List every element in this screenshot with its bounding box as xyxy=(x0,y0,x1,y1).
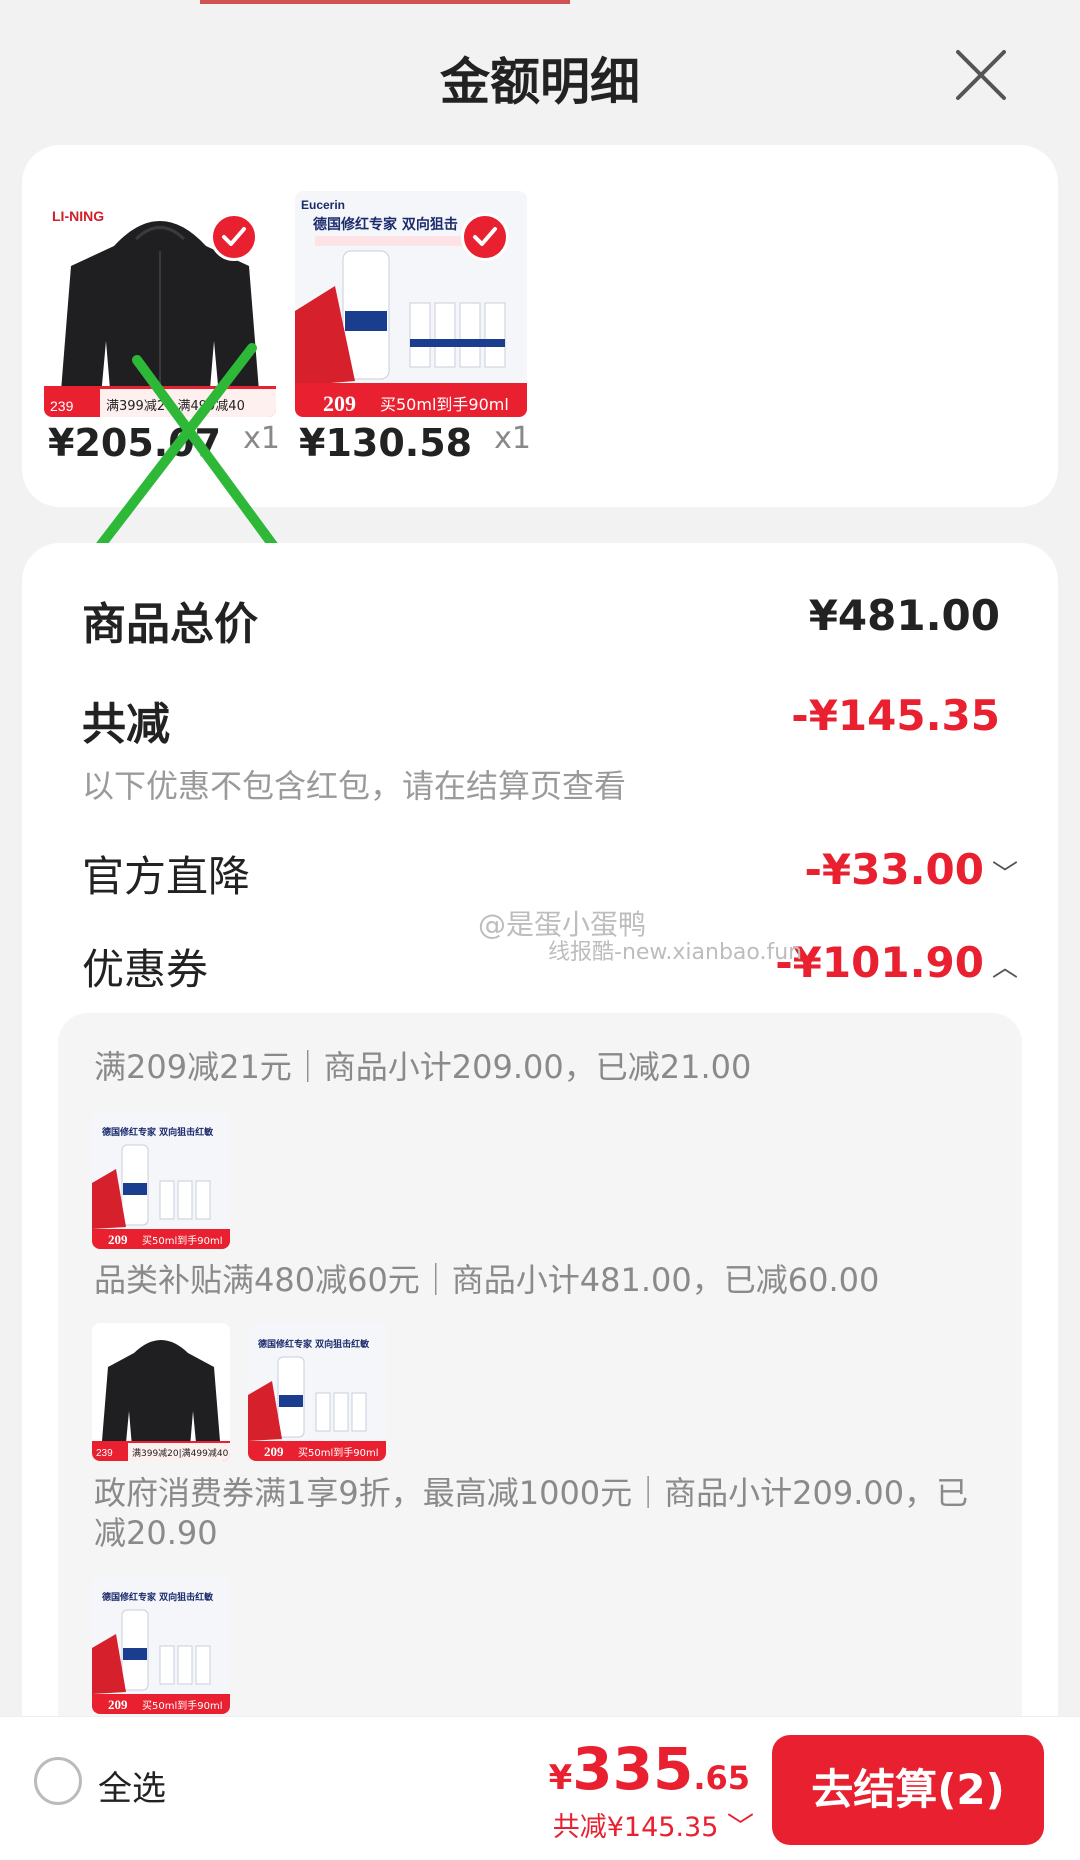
svg-text:德国修红专家 双向狙击红敏: 德国修红专家 双向狙击红敏 xyxy=(102,1591,214,1603)
coupon-row[interactable]: -¥101.90 ︿ xyxy=(775,938,1018,987)
svg-text:德国修红专家 双向狙击红敏: 德国修红专家 双向狙击红敏 xyxy=(258,1338,370,1350)
svg-text:LI-NING: LI-NING xyxy=(52,208,104,224)
amount-detail-sheet: 金额明细 LI-NING 239 满399减20 满499减40 ¥205.07… xyxy=(0,0,1080,1860)
selected-check-icon[interactable] xyxy=(210,213,258,261)
selected-check-icon[interactable] xyxy=(461,213,509,261)
goods-quantity: x1 xyxy=(243,421,280,456)
saved-amount-toggle[interactable]: 共减¥145.35 ﹀ xyxy=(553,1805,754,1844)
select-all-radio[interactable] xyxy=(34,1757,82,1805)
official-discount-value: -¥33.00 xyxy=(804,845,984,894)
svg-text:买50ml到手90ml: 买50ml到手90ml xyxy=(298,1446,379,1459)
chevron-up-icon: ︿ xyxy=(991,953,1018,983)
svg-text:德国修红专家 双向狙击红敏: 德国修红专家 双向狙击红敏 xyxy=(102,1126,214,1138)
svg-text:德国修红专家 双向狙击: 德国修红专家 双向狙击 xyxy=(313,216,458,233)
official-discount-row[interactable]: -¥33.00 ﹀ xyxy=(804,845,1018,894)
svg-text:239: 239 xyxy=(50,398,74,414)
svg-text:满399减20|满499减40: 满399减20|满499减40 xyxy=(132,1447,229,1459)
goods-total-label: 商品总价 xyxy=(82,599,258,650)
svg-text:209: 209 xyxy=(264,1444,284,1459)
checkout-bar: 全选 ¥335.65 共减¥145.35 ﹀ 去结算(2) xyxy=(0,1716,1080,1860)
checkout-button[interactable]: 去结算(2) xyxy=(772,1735,1044,1845)
eucerin-image: Eucerin 德国修红专家 双向狙击 209 买50ml到手90ml xyxy=(295,191,527,417)
svg-text:209: 209 xyxy=(323,391,356,416)
goods-price: ¥205.07 xyxy=(48,421,222,465)
svg-text:买50ml到手90ml: 买50ml到手90ml xyxy=(380,395,509,414)
svg-text:Eucerin: Eucerin xyxy=(301,198,345,212)
jacket-image: LI-NING 239 满399减20 满499减40 xyxy=(44,191,276,417)
goods-card: LI-NING 239 满399减20 满499减40 ¥205.07 x1 E… xyxy=(22,145,1058,507)
official-discount-label: 官方直降 xyxy=(82,852,251,901)
chevron-down-icon: ﹀ xyxy=(991,860,1018,890)
coupon-rule-2: 品类补贴满480减60元｜商品小计481.00，已减60.00 xyxy=(94,1261,880,1299)
coupon-rule-3: 政府消费券满1享9折，最高减1000元｜商品小计209.00，已减20.90 xyxy=(94,1474,969,1552)
chevron-down-icon: ﹀ xyxy=(727,1812,754,1843)
close-icon[interactable] xyxy=(950,44,1012,106)
svg-text:买50ml到手90ml: 买50ml到手90ml xyxy=(142,1699,223,1712)
sheet-title: 金额明细 xyxy=(440,53,640,111)
goods-item-eucerin[interactable]: Eucerin 德国修红专家 双向狙击 209 买50ml到手90ml ¥130… xyxy=(295,191,531,471)
coupon-rule-1: 满209减21元｜商品小计209.00，已减21.00 xyxy=(94,1048,752,1086)
coupon-3-eucerin-thumb: 德国修红专家 双向狙击红敏 209 买50ml到手90ml xyxy=(92,1576,230,1714)
coupon-1-eucerin-thumb: 德国修红专家 双向狙击红敏 209 买50ml到手90ml xyxy=(92,1111,230,1249)
payable-total: ¥335.65 xyxy=(548,1735,750,1803)
saved-amount: 共减¥145.35 xyxy=(552,1812,719,1843)
reduce-label: 共减 xyxy=(82,699,170,750)
coupon-2-eucerin-thumb: 德国修红专家 双向狙击红敏 209 买50ml到手90ml xyxy=(248,1323,386,1461)
sheet-header: 金额明细 xyxy=(0,0,1080,145)
goods-item-jacket[interactable]: LI-NING 239 满399减20 满499减40 ¥205.07 x1 xyxy=(44,191,280,471)
svg-text:209: 209 xyxy=(108,1232,128,1247)
reduce-value: -¥145.35 xyxy=(791,691,1000,740)
coupon-label: 优惠券 xyxy=(82,945,209,994)
svg-text:买50ml到手90ml: 买50ml到手90ml xyxy=(142,1234,223,1247)
goods-price: ¥130.58 xyxy=(299,421,473,465)
svg-text:满399减20 满499减40: 满399减20 满499减40 xyxy=(106,399,245,414)
goods-total-value: ¥481.00 xyxy=(808,591,1000,640)
discount-note: 以下优惠不包含红包，请在结算页查看 xyxy=(82,767,627,805)
select-all-label[interactable]: 全选 xyxy=(98,1761,166,1810)
coupon-value: -¥101.90 xyxy=(775,938,984,987)
svg-text:209: 209 xyxy=(108,1697,128,1712)
coupon-2-jacket-thumb: 239 满399减20|满499减40 xyxy=(92,1323,230,1461)
svg-text:239: 239 xyxy=(96,1448,113,1459)
goods-quantity: x1 xyxy=(494,421,531,456)
